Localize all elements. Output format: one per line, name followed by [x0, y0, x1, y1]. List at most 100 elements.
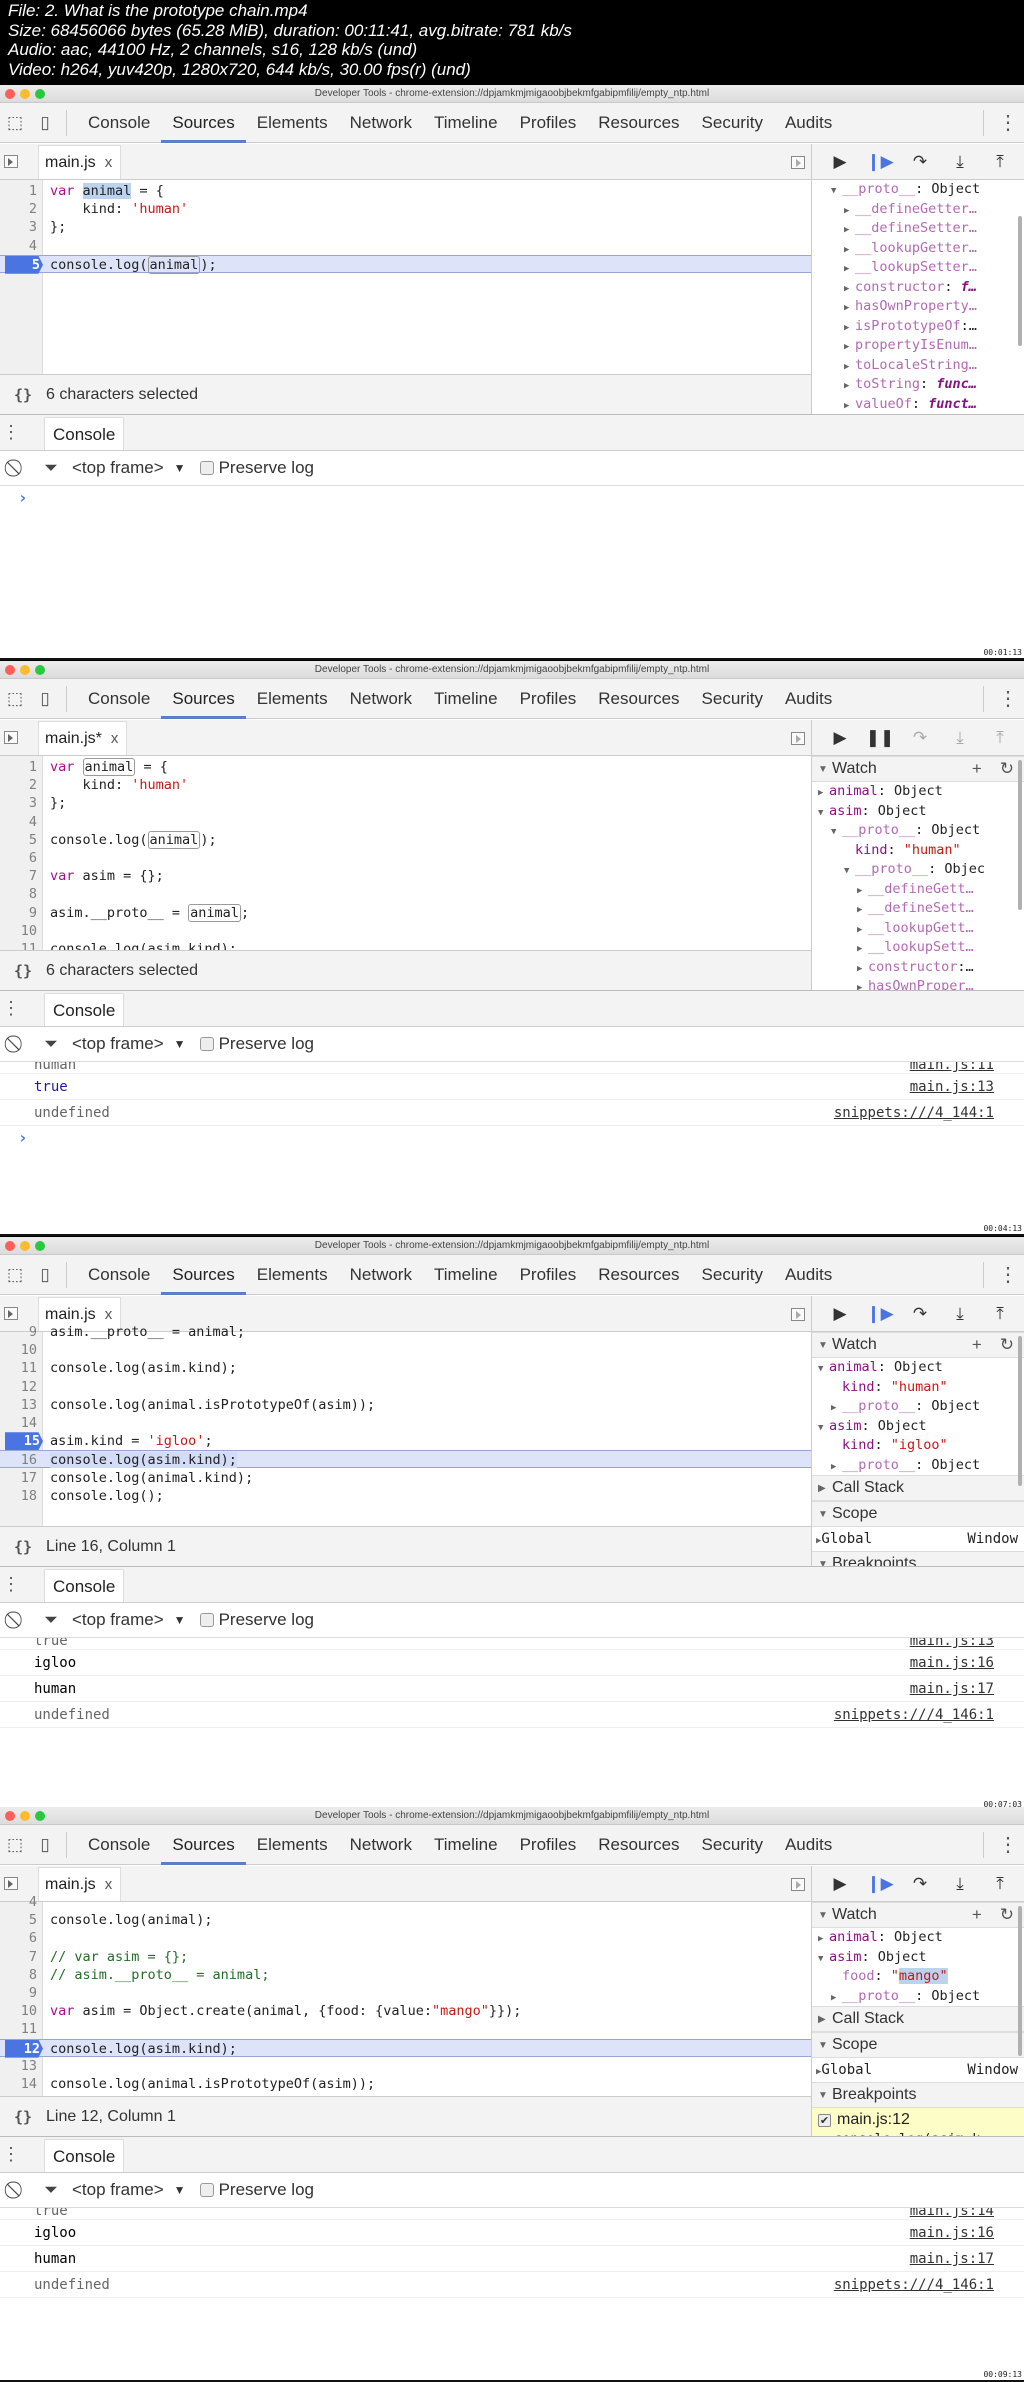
tab-console[interactable]: Console	[77, 103, 161, 143]
code-line[interactable]: 5 console.log(animal);	[0, 1911, 811, 1929]
step-over-icon[interactable]: ↷	[900, 1304, 940, 1324]
tree-item[interactable]: ▼ __proto__: Objec	[812, 860, 1024, 880]
code-line[interactable]: 18 console.log();	[0, 1487, 811, 1505]
line-number[interactable]: 2	[0, 200, 40, 218]
line-number[interactable]: 7	[0, 1948, 40, 1966]
line-number[interactable]: 13	[0, 1396, 40, 1414]
preserve-log-checkbox[interactable]	[199, 2183, 214, 2197]
tab-sources[interactable]: Sources	[161, 1255, 247, 1295]
tree-item[interactable]: ▶ __lookupSetter…	[812, 258, 1024, 278]
expand-arrow-icon[interactable]: ▶	[844, 241, 855, 259]
tab-network[interactable]: Network	[339, 1825, 423, 1865]
pause-icon[interactable]: ❚❚	[860, 728, 900, 748]
tree-item[interactable]: ▼ __proto__: Object	[812, 180, 1024, 200]
expand-arrow-icon[interactable]: ▼	[831, 182, 842, 200]
close-tab-icon[interactable]: x	[105, 154, 113, 171]
tree-item[interactable]: ▶ __proto__: Object	[812, 1397, 1024, 1417]
expand-arrow-icon[interactable]: ▶	[844, 397, 855, 415]
preserve-log-checkbox[interactable]	[199, 1613, 214, 1627]
console-source-link[interactable]: snippets:///4_144:1	[834, 1100, 994, 1126]
line-number[interactable]: 6	[0, 1929, 40, 1947]
expand-arrow-icon[interactable]: ▶	[844, 358, 855, 376]
line-number[interactable]: 4	[0, 237, 40, 255]
tab-timeline[interactable]: Timeline	[423, 1825, 509, 1865]
line-number[interactable]: 7	[0, 867, 40, 885]
console-source-link[interactable]: main.js:11	[910, 1062, 994, 1072]
close-tab-icon[interactable]: x	[111, 730, 119, 747]
step-continue-icon[interactable]: ❙▶	[860, 1304, 900, 1324]
code-line[interactable]: 7 // var asim = {};	[0, 1948, 811, 1966]
code-line[interactable]: 3};	[0, 794, 811, 812]
tree-item[interactable]: food: "mango"	[812, 1967, 1024, 1987]
tree-item[interactable]: ▶ __defineGetter…	[812, 200, 1024, 220]
resume-icon[interactable]: ▶	[820, 728, 860, 748]
more-menu-icon[interactable]: ⋮	[998, 679, 1018, 719]
step-into-icon[interactable]: ⤓	[940, 728, 980, 748]
code-area[interactable]: 4 5 console.log(animal); 6 7 // var asim = {}…	[0, 1894, 811, 2183]
code-line[interactable]: 9	[0, 1984, 811, 2002]
code-line[interactable]: 12 console.log(asim.kind);	[0, 2038, 811, 2058]
code-line[interactable]: 9 asim.__proto__ = animal;	[0, 903, 811, 922]
expand-arrow-icon[interactable]: ▶	[844, 260, 855, 278]
code-line[interactable]: 10	[0, 1341, 811, 1359]
clear-console-icon[interactable]: ⃠	[0, 458, 34, 478]
tree-item[interactable]: kind: "human"	[812, 1378, 1024, 1398]
line-number[interactable]: 5	[5, 255, 43, 274]
tree-item[interactable]: ▶ isPrototypeOf:…	[812, 317, 1024, 337]
sidebar-scrollbar[interactable]	[1018, 216, 1022, 346]
tab-security[interactable]: Security	[691, 1825, 774, 1865]
step-out-icon[interactable]: ⤒	[980, 728, 1020, 748]
pretty-print-icon[interactable]: {}	[0, 962, 46, 980]
pretty-print-icon[interactable]: {}	[0, 386, 46, 404]
line-number[interactable]: 18	[0, 1487, 40, 1505]
expand-arrow-icon[interactable]: ▶	[857, 901, 868, 919]
tree-item[interactable]: ▶ __proto__: Object	[812, 1456, 1024, 1476]
code-line[interactable]: 13 console.log(animal.isPrototypeOf(asim)…	[0, 1396, 811, 1414]
console-source-link[interactable]: snippets:///4_146:1	[834, 1702, 994, 1728]
close-window-button[interactable]	[5, 665, 15, 675]
line-number[interactable]: 3	[0, 218, 40, 236]
breakpoint-item[interactable]: ✔main.js:12console.log(asim.k…	[812, 2108, 1024, 2136]
code-line[interactable]: 11 console.log(asim.kind);	[0, 1359, 811, 1377]
code-line[interactable]: 6	[0, 1929, 811, 1947]
expand-arrow-icon[interactable]: ▶	[844, 299, 855, 317]
code-line[interactable]: 8	[0, 885, 811, 903]
expand-arrow-icon[interactable]: ▼	[818, 1950, 829, 1968]
tab-profiles[interactable]: Profiles	[509, 1825, 588, 1865]
code-line[interactable]: 14 console.log(animal.isPrototypeOf(asim)…	[0, 2075, 811, 2093]
tab-security[interactable]: Security	[691, 679, 774, 719]
tab-sources[interactable]: Sources	[161, 1825, 247, 1865]
tab-timeline[interactable]: Timeline	[423, 103, 509, 143]
expand-arrow-icon[interactable]: ▶	[857, 921, 868, 939]
scope-section[interactable]: ▼ Scope	[812, 1501, 1024, 1527]
tree-item[interactable]: ▶ constructor:…	[812, 958, 1024, 978]
tab-network[interactable]: Network	[339, 679, 423, 719]
console-prompt[interactable]: ›	[0, 486, 1024, 510]
inspect-element-icon[interactable]: ⬚	[0, 103, 30, 143]
resume-icon[interactable]: ▶	[820, 1304, 860, 1324]
line-number[interactable]: 3	[0, 794, 40, 812]
context-selector[interactable]: <top frame> ▼	[72, 2180, 186, 2200]
tab-console[interactable]: Console	[77, 1825, 161, 1865]
console-source-link[interactable]: main.js:13	[910, 1638, 994, 1648]
line-number[interactable]: 14	[0, 1414, 40, 1432]
filter-icon[interactable]: ⏷	[34, 1610, 68, 1630]
code-line[interactable]: 14	[0, 1414, 811, 1432]
code-line[interactable]: 15 asim.kind = 'igloo';	[0, 1432, 811, 1451]
code-line[interactable]: 4	[0, 813, 811, 831]
scope-section[interactable]: ▼ Scope	[812, 2032, 1024, 2058]
tree-item[interactable]: ▶ __lookupGetter…	[812, 239, 1024, 259]
refresh-icon[interactable]: ↻	[1000, 759, 1014, 779]
step-continue-icon[interactable]: ❙▶	[860, 152, 900, 172]
line-number[interactable]: 5	[0, 1911, 40, 1929]
scope-global-row[interactable]: ▶Global Window	[812, 1527, 1024, 1551]
tree-item[interactable]: ▶ __defineGett…	[812, 880, 1024, 900]
pretty-print-icon[interactable]: {}	[0, 2108, 46, 2126]
code-line[interactable]: 17 console.log(animal.kind);	[0, 1469, 811, 1487]
code-line[interactable]: 16 console.log(asim.kind);	[0, 1450, 811, 1469]
tree-item[interactable]: ▶ toLocaleString…	[812, 356, 1024, 376]
line-number[interactable]: 1	[0, 758, 40, 776]
tree-item[interactable]: ▶ valueOf: funct…	[812, 395, 1024, 415]
drawer-menu-icon[interactable]: ⋮	[0, 1566, 22, 1602]
inspect-element-icon[interactable]: ⬚	[0, 679, 30, 719]
